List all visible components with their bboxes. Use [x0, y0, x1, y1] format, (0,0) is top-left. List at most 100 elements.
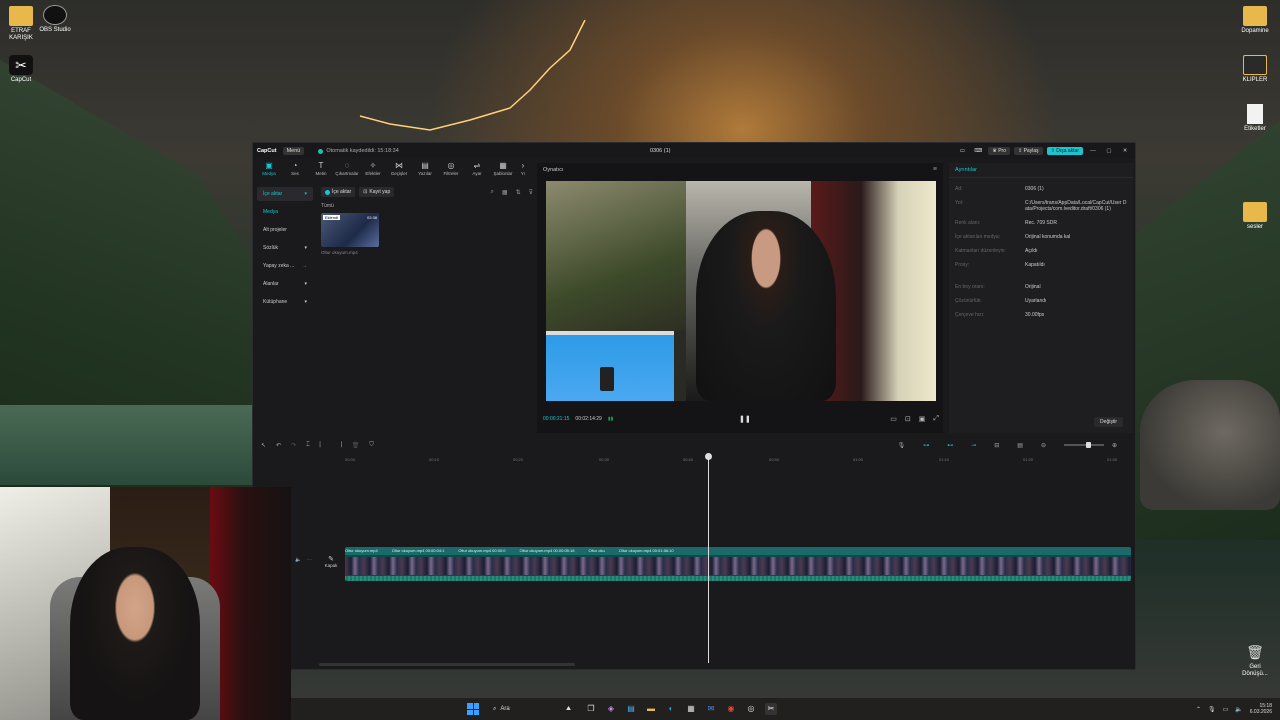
grid-view-icon[interactable]: ▦: [502, 189, 508, 196]
chrome-icon[interactable]: ◉: [725, 703, 737, 715]
copilot-icon[interactable]: ◈: [605, 703, 617, 715]
zoom-in-icon[interactable]: ⊕: [1112, 442, 1117, 449]
sidebar-item-library[interactable]: Kütüphane ▾: [257, 295, 313, 309]
obs-taskbar-icon[interactable]: ◎: [745, 703, 757, 715]
ruler-tick: 00:40: [683, 457, 694, 462]
sidebar-item-dictionary[interactable]: Sözlük ▾: [257, 241, 313, 255]
desktop-icon-etiketler[interactable]: Etiketler: [1234, 104, 1276, 133]
capcut-taskbar-icon[interactable]: ✂: [765, 703, 777, 715]
delete-icon[interactable]: 🗑: [352, 442, 360, 449]
sidebar-item-import[interactable]: İçe aktar ▾: [257, 187, 313, 201]
tab-effects[interactable]: ✧ Efektler: [361, 161, 385, 181]
start-icon[interactable]: [467, 703, 479, 715]
cover-button[interactable]: ✎ Kapak: [321, 555, 341, 568]
ratio-icon[interactable]: ▭: [890, 415, 897, 423]
auto-snap-icon[interactable]: ⊷: [947, 442, 953, 449]
caption-icon[interactable]: ▤: [1017, 442, 1023, 449]
select-tool-icon[interactable]: ↖: [261, 442, 266, 449]
tab-stickers[interactable]: ◌ Çıkartmalar: [335, 161, 359, 181]
shield-icon[interactable]: ⛉: [369, 442, 374, 449]
pro-button[interactable]: ♛ Pro: [988, 147, 1010, 155]
track-lock-icon[interactable]: ⋯: [307, 557, 312, 563]
sidebar-item-subprojects[interactable]: Alt projeler: [257, 223, 313, 237]
sidebar-item-media[interactable]: Medya: [257, 205, 313, 219]
video-preview[interactable]: [546, 181, 936, 401]
taskbar-search[interactable]: ⌕ Ara ⛰: [487, 702, 577, 716]
tab-audio[interactable]: ◔ Ses: [283, 161, 307, 181]
tab-label: Ses: [291, 171, 299, 176]
tab-text[interactable]: T Metin: [309, 161, 333, 181]
shortcut-icon[interactable]: ⌨: [972, 148, 984, 154]
quality-icon[interactable]: ▣: [919, 415, 926, 423]
audio-mute-icon[interactable]: 🔈: [295, 557, 301, 563]
chevron-down-icon: ▾: [304, 281, 307, 287]
tab-transitions[interactable]: ⋈ Geçişler: [387, 161, 411, 181]
video-track[interactable]: Oltur okuyum.mp4 Oltur okuyum.mp4 00:00:…: [345, 547, 1131, 581]
microphone-icon[interactable]: 🎙: [898, 442, 906, 449]
edge-icon[interactable]: ◐: [665, 703, 677, 715]
volume-icon[interactable]: 🔈: [1235, 706, 1242, 713]
layout-icon[interactable]: ▭: [956, 148, 968, 154]
change-button[interactable]: Değiştir: [1094, 417, 1123, 427]
minimize-icon[interactable]: —: [1087, 148, 1099, 154]
redo-icon[interactable]: ↷: [291, 442, 296, 449]
clock[interactable]: 15:18 6.03.2026: [1250, 703, 1272, 715]
undo-icon[interactable]: ↶: [276, 442, 281, 449]
pause-icon[interactable]: ❚❚: [739, 415, 751, 423]
zoom-out-icon[interactable]: ⊖: [1041, 442, 1046, 449]
network-icon[interactable]: ▭: [1223, 706, 1229, 713]
export-button[interactable]: ⇧ Dışa aktar: [1046, 147, 1083, 155]
playhead[interactable]: [705, 453, 712, 663]
tab-templates[interactable]: ▦ Şablonlar: [491, 161, 515, 181]
menu-button[interactable]: Menü: [282, 147, 305, 155]
filter-all-label[interactable]: Tümü: [321, 203, 533, 209]
desktop-icon-klipler[interactable]: KLIPLER: [1234, 55, 1276, 84]
tab-adjust[interactable]: ⇌ Ayar: [465, 161, 489, 181]
zoom-slider-handle[interactable]: [1085, 442, 1091, 448]
desktop-icon-dopamine[interactable]: Dopamine: [1234, 6, 1276, 35]
desktop-icon-obs[interactable]: OBS Studio: [34, 5, 76, 34]
store-icon[interactable]: ▦: [685, 703, 697, 715]
media-clip-thumbnail[interactable]: Eklendi 02:38: [321, 213, 379, 247]
tab-captions[interactable]: ▤ Yazılar: [413, 161, 437, 181]
sidebar-item-ai[interactable]: Yapay zeka ... →: [257, 259, 313, 273]
media-panel: İçe aktar ⊡ Kayıt yap ⌕ ▦ ⇅ ⊽ Tümü Eklend…: [321, 187, 533, 435]
split-icon[interactable]: ⌶: [306, 442, 310, 449]
filter-icon[interactable]: ⊽: [529, 189, 533, 196]
tab-more[interactable]: › Yı: [517, 161, 529, 181]
sidebar-item-spaces[interactable]: Alanlar ▾: [257, 277, 313, 291]
player-menu-icon[interactable]: ≡: [933, 166, 937, 173]
mail-icon[interactable]: ✉: [705, 703, 717, 715]
trim-left-icon[interactable]: ⎸: [320, 442, 326, 449]
timeline-scrollbar[interactable]: [319, 663, 575, 666]
chevron-up-icon[interactable]: ⌃: [1196, 706, 1201, 713]
preview-axis-icon[interactable]: ⊟: [994, 442, 999, 449]
tab-label: Metin: [315, 171, 327, 176]
linkage-icon[interactable]: ⊸: [971, 442, 976, 449]
close-icon[interactable]: ✕: [1119, 148, 1131, 154]
sort-icon[interactable]: ⇅: [516, 189, 521, 196]
ruler-tick: 00:20: [513, 457, 524, 462]
desktop-icon-capcut[interactable]: ✂ CapCut: [0, 55, 42, 84]
taskbar: ⌕ Ara ⛰ ❐ ◈ ▤ ▬ ◐ ▦ ✉ ◉ ◎ ✂ ⌃ 🎙 ▭ 🔈 15:18 …: [291, 698, 1280, 720]
main-track-magnet-icon[interactable]: ⊶: [923, 442, 929, 449]
maximize-icon[interactable]: ▢: [1103, 148, 1115, 154]
timeline-ruler[interactable]: 00:00 00:10 00:20 00:30 00:40 00:50 01:0…: [343, 455, 1133, 465]
record-button[interactable]: ⊡ Kayıt yap: [359, 187, 395, 197]
desktop-icon-recycle-bin[interactable]: 🗑 Geri Dönüşü...: [1234, 642, 1276, 678]
desktop-icon-sesler[interactable]: sesler: [1234, 202, 1276, 231]
search-icon[interactable]: ⌕: [491, 189, 494, 196]
import-button[interactable]: İçe aktar: [321, 187, 356, 197]
share-button[interactable]: ⇪ Paylaş: [1014, 147, 1043, 155]
tab-media[interactable]: ▣ Medya: [257, 161, 281, 181]
microphone-icon[interactable]: 🎙: [1208, 706, 1216, 713]
zoom-slider[interactable]: [1063, 442, 1104, 448]
fullscreen-icon[interactable]: ⤢: [933, 415, 939, 423]
crop-icon[interactable]: ⊡: [905, 415, 911, 423]
widgets-icon[interactable]: ▤: [625, 703, 637, 715]
tab-details[interactable]: Ayrıntılar: [949, 163, 1133, 178]
trim-right-icon[interactable]: ⎹: [336, 442, 342, 449]
task-view-icon[interactable]: ❐: [585, 703, 597, 715]
tab-filters[interactable]: ◎ Filtreler: [439, 161, 463, 181]
file-explorer-icon[interactable]: ▬: [645, 703, 657, 715]
